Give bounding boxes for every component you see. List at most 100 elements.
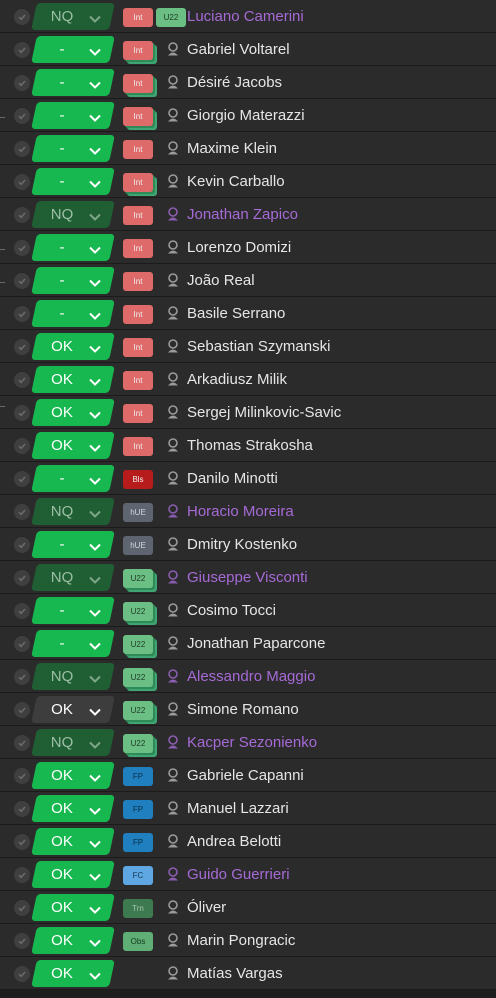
player-row[interactable]: NQ hUE Horacio Moreira [0,495,496,528]
player-name[interactable]: Guido Guerrieri [187,858,290,891]
player-name[interactable]: Danilo Minotti [187,462,278,495]
player-name[interactable]: Basile Serrano [187,297,285,330]
check-circle-icon[interactable] [14,174,30,190]
status-select[interactable] [31,663,115,690]
player-row[interactable]: - Int Giorgio Materazzi [0,99,496,132]
check-circle-icon[interactable] [14,570,30,586]
check-circle-icon[interactable] [14,735,30,751]
player-row[interactable]: OK Matías Vargas [0,957,496,990]
status-select[interactable] [31,762,115,789]
player-name[interactable]: Jonathan Zapico [187,198,298,231]
check-circle-icon[interactable] [14,438,30,454]
player-row[interactable]: - U22 Jonathan Paparcone [0,627,496,660]
status-select[interactable] [31,729,115,756]
status-select[interactable] [31,630,115,657]
player-name[interactable]: Matías Vargas [187,957,283,990]
status-select[interactable] [31,333,115,360]
status-select[interactable] [31,597,115,624]
player-row[interactable]: - Int Maxime Klein [0,132,496,165]
status-select[interactable] [31,300,115,327]
player-name[interactable]: Luciano Camerini [187,0,304,33]
player-row[interactable]: OK FP Gabriele Capanni [0,759,496,792]
check-circle-icon[interactable] [14,537,30,553]
status-select[interactable] [31,36,115,63]
status-select[interactable] [31,795,115,822]
check-circle-icon[interactable] [14,207,30,223]
check-circle-icon[interactable] [14,240,30,256]
player-name[interactable]: Sebastian Szymanski [187,330,330,363]
status-select[interactable] [31,960,115,987]
player-row[interactable]: OK Int Sergej Milinkovic-Savic [0,396,496,429]
check-circle-icon[interactable] [14,372,30,388]
check-circle-icon[interactable] [14,405,30,421]
player-row[interactable]: OK Int Thomas Strakosha [0,429,496,462]
status-select[interactable] [31,531,115,558]
player-name[interactable]: Arkadiusz Milik [187,363,287,396]
player-name[interactable]: Andrea Belotti [187,825,281,858]
status-select[interactable] [31,69,115,96]
player-name[interactable]: Maxime Klein [187,132,277,165]
player-name[interactable]: João Real [187,264,255,297]
check-circle-icon[interactable] [14,504,30,520]
check-circle-icon[interactable] [14,900,30,916]
player-row[interactable]: NQ U22 Giuseppe Visconti [0,561,496,594]
check-circle-icon[interactable] [14,636,30,652]
player-name[interactable]: Gabriel Voltarel [187,33,290,66]
check-circle-icon[interactable] [14,471,30,487]
player-name[interactable]: Simone Romano [187,693,299,726]
status-select[interactable] [31,168,115,195]
status-select[interactable] [31,267,115,294]
check-circle-icon[interactable] [14,75,30,91]
status-select[interactable] [31,465,115,492]
check-circle-icon[interactable] [14,42,30,58]
player-row[interactable]: NQ Int U22 Luciano Camerini [0,0,496,33]
check-circle-icon[interactable] [14,273,30,289]
player-row[interactable]: OK FP Andrea Belotti [0,825,496,858]
player-row[interactable]: NQ Int Jonathan Zapico [0,198,496,231]
player-row[interactable]: - Int Désiré Jacobs [0,66,496,99]
player-row[interactable]: OK FP Manuel Lazzari [0,792,496,825]
player-row[interactable]: - Int João Real [0,264,496,297]
player-row[interactable]: OK Int Arkadiusz Milik [0,363,496,396]
status-select[interactable] [31,3,115,30]
player-row[interactable]: - Bls Danilo Minotti [0,462,496,495]
status-select[interactable] [31,828,115,855]
check-circle-icon[interactable] [14,933,30,949]
status-select[interactable] [31,135,115,162]
player-row[interactable]: NQ U22 Kacper Sezonienko [0,726,496,759]
check-circle-icon[interactable] [14,9,30,25]
status-select[interactable] [31,366,115,393]
status-select[interactable] [31,432,115,459]
player-row[interactable]: OK FC Guido Guerrieri [0,858,496,891]
player-row[interactable]: OK Int Sebastian Szymanski [0,330,496,363]
player-name[interactable]: Thomas Strakosha [187,429,313,462]
status-select[interactable] [31,894,115,921]
player-name[interactable]: Sergej Milinkovic-Savic [187,396,341,429]
check-circle-icon[interactable] [14,603,30,619]
player-row[interactable]: NQ U22 Alessandro Maggio [0,660,496,693]
player-row[interactable]: - Int Basile Serrano [0,297,496,330]
player-row[interactable]: - Int Kevin Carballo [0,165,496,198]
player-name[interactable]: Désiré Jacobs [187,66,282,99]
status-select[interactable] [31,696,115,723]
player-name[interactable]: Marin Pongracic [187,924,295,957]
status-select[interactable] [31,201,115,228]
player-name[interactable]: Kacper Sezonienko [187,726,317,759]
check-circle-icon[interactable] [14,669,30,685]
status-select[interactable] [31,861,115,888]
check-circle-icon[interactable] [14,966,30,982]
player-name[interactable]: Giorgio Materazzi [187,99,305,132]
player-name[interactable]: Jonathan Paparcone [187,627,325,660]
player-name[interactable]: Manuel Lazzari [187,792,289,825]
status-select[interactable] [31,498,115,525]
check-circle-icon[interactable] [14,702,30,718]
player-row[interactable]: OK Obs Marin Pongracic [0,924,496,957]
player-name[interactable]: Alessandro Maggio [187,660,315,693]
check-circle-icon[interactable] [14,339,30,355]
player-name[interactable]: Lorenzo Domizi [187,231,291,264]
player-name[interactable]: Gabriele Capanni [187,759,304,792]
status-select[interactable] [31,234,115,261]
player-name[interactable]: Dmitry Kostenko [187,528,297,561]
player-row[interactable]: - Int Gabriel Voltarel [0,33,496,66]
player-row[interactable]: OK U22 Simone Romano [0,693,496,726]
